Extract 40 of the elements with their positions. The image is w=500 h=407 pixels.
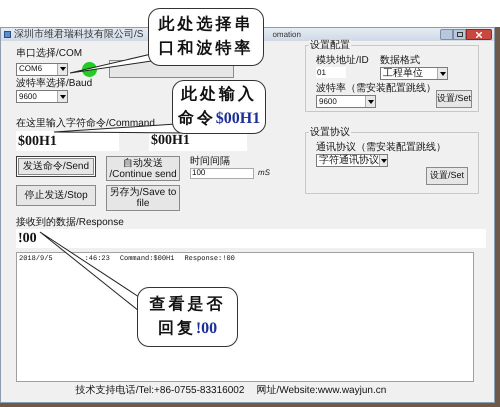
id-field[interactable]: 01 <box>316 67 346 78</box>
callout-text: 此处选择串 <box>158 14 254 35</box>
callout-text: 命令$00H1 <box>178 108 260 129</box>
website-text: 网址/Website:www.wayjun.cn <box>256 385 386 397</box>
baud-label: 波特率（需安装配置跳线） <box>316 83 436 95</box>
window-title: 深圳市维君瑞科技有限公司/S <box>14 30 144 40</box>
format-combo[interactable]: 工程单位 <box>380 67 448 80</box>
response-field[interactable]: !00 <box>16 229 486 248</box>
interval-field[interactable]: 100 <box>190 168 254 178</box>
maximize-icon[interactable] <box>453 29 466 40</box>
group-title: 设置协议 <box>309 127 351 138</box>
id-label: 模块地址/ID <box>316 55 366 67</box>
app-icon <box>4 31 11 38</box>
callout-text: 回复!00 <box>158 318 218 339</box>
baud-label: 波特率选择/Baud <box>16 78 92 90</box>
command-button[interactable]: 另存为/Save to file <box>106 185 180 211</box>
callout-text: 口和波特率 <box>158 38 254 59</box>
interval-unit: mS <box>258 167 270 179</box>
command-button[interactable]: 发送命令/Send <box>16 156 96 177</box>
command-button[interactable]: 停止发送/Stop <box>16 185 96 206</box>
command-label: 在这里输入字符命令/Command <box>16 118 155 130</box>
protocol-label: 通讯协议（需安装配置跳线） <box>316 142 447 154</box>
command-field[interactable]: $00H1 <box>16 131 119 151</box>
window-title: omation <box>272 30 301 38</box>
group-title: 设置配置 <box>309 40 351 51</box>
callout-text: 此处输入 <box>181 84 257 105</box>
port-combo[interactable]: COM6 <box>16 62 68 76</box>
baud-combo[interactable]: 9600 <box>316 95 376 108</box>
support-phone: 技术支持电话/Tel:+86-0755-83316002 <box>76 385 244 397</box>
baud-combo[interactable]: 9600 <box>16 90 68 103</box>
format-label: 数据格式 <box>380 55 421 67</box>
port-label: 串口选择/COM <box>16 48 82 60</box>
set-button[interactable]: 设置/Set <box>426 167 468 185</box>
command-button[interactable]: 自动发送 /Continue send <box>106 156 180 181</box>
set-button[interactable]: 设置/Set <box>436 90 472 108</box>
callout-text: 查看是否 <box>150 294 226 315</box>
response-label: 接收到的数据/Response <box>16 217 124 229</box>
protocol-combo[interactable]: 字符通讯协议 <box>316 154 388 167</box>
close-icon[interactable] <box>466 29 492 40</box>
interval-label: 时间间隔 <box>190 156 231 167</box>
